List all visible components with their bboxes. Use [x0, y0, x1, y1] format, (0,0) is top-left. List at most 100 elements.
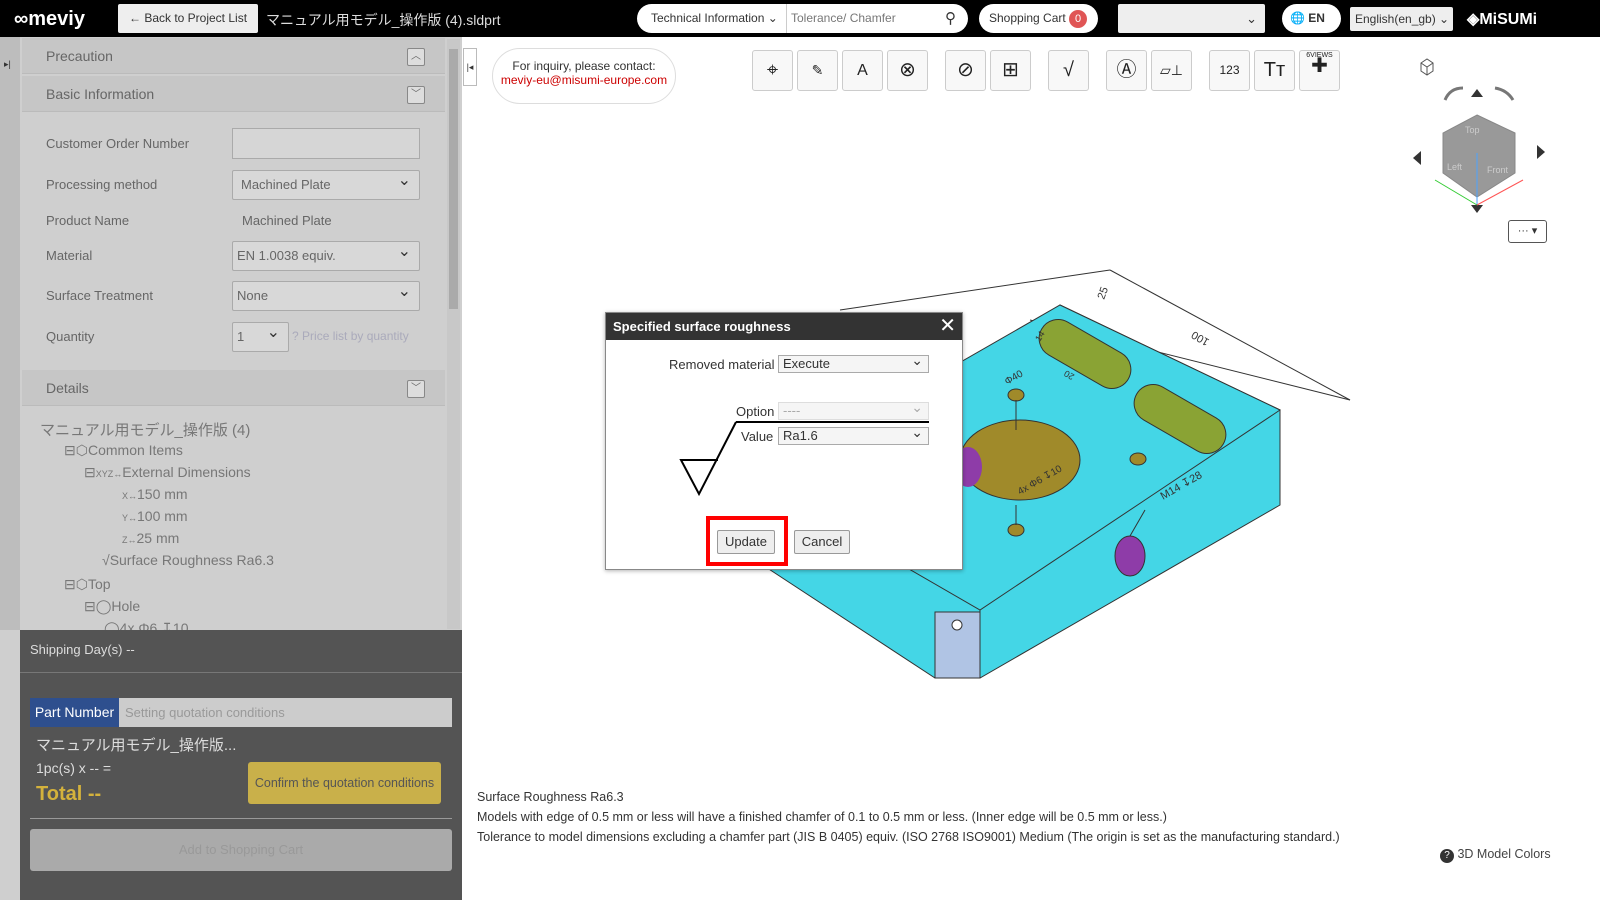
x-arrow-icon: X↔ — [122, 491, 138, 501]
font-size-icon[interactable]: Tт — [1254, 50, 1295, 91]
left-panel: ▸| Precaution ︿ Basic Information ﹀ Custom… — [0, 37, 462, 900]
cube-front-label[interactable]: Front — [1487, 165, 1509, 175]
scrollbar-thumb[interactable] — [449, 49, 458, 309]
tree-x-dimension[interactable]: X↔150 mm — [122, 486, 188, 502]
rotate-right-icon[interactable] — [1494, 86, 1515, 101]
option-label: Option — [736, 404, 775, 419]
surface-treatment-label: Surface Treatment — [46, 288, 153, 303]
precaution-section[interactable]: Precaution ︿ — [22, 38, 445, 74]
contact-email-link[interactable]: meviy-eu@misumi-europe.com — [493, 73, 675, 87]
shipping-days: Shipping Day(s) -- — [30, 642, 135, 657]
tapped-hole — [1114, 535, 1146, 577]
arrow-down-icon[interactable] — [1471, 205, 1483, 213]
six-views-icon[interactable]: 6VIEWS ✚ — [1299, 50, 1340, 91]
part-number-tab: Part Number — [30, 698, 119, 727]
tree-surface-roughness[interactable]: √Surface Roughness Ra6.3 — [102, 552, 274, 568]
cube-left-label[interactable]: Left — [1447, 162, 1463, 172]
quantity-label: Quantity — [46, 329, 95, 344]
quantity-select[interactable]: 1 — [232, 319, 289, 352]
arrow-left-icon: ← — [128, 11, 145, 25]
basic-information-section[interactable]: Basic Information ﹀ — [22, 76, 445, 112]
divider — [30, 818, 452, 819]
dialog-title: Specified surface roughness — [613, 319, 791, 334]
expand-panel-button[interactable]: |◂ — [463, 48, 477, 86]
datum-icon[interactable]: ⌖ — [752, 50, 793, 91]
hide-dimension-icon[interactable]: ⊘ — [945, 50, 986, 91]
tree-external-dimensions[interactable]: ⊟XYZ↔External Dimensions — [84, 464, 251, 481]
top-bar: ∞meviy ← Back to Project List マニュアル用モデル_… — [0, 0, 1600, 37]
tree-top[interactable]: ⊟⬡Top — [64, 576, 111, 593]
locale-select[interactable]: English(en_gb) ⌄ — [1350, 7, 1453, 31]
y-arrow-icon: Y↔ — [122, 513, 138, 523]
misumi-mark-icon: ◈ — [1467, 11, 1480, 28]
tree-hole-item[interactable]: ◯4x Φ6 ↧10 — [104, 620, 189, 630]
contact-text: For inquiry, please contact: — [512, 59, 656, 73]
rotate-left-icon[interactable] — [1443, 86, 1464, 101]
xyz-arrow-icon: XYZ↔ — [95, 469, 123, 479]
tree-root[interactable]: マニュアル用モデル_操作版 (4) — [40, 419, 250, 440]
chevron-up-icon[interactable]: ︿ — [407, 48, 425, 66]
material-select[interactable]: EN 1.0038 equiv. — [232, 238, 420, 271]
delete-dimension-icon[interactable]: ⊗ — [887, 50, 928, 91]
back-to-project-list-button[interactable]: ← Back to Project List — [118, 4, 258, 33]
model-colors-link[interactable]: ? 3D Model Colors — [1440, 847, 1551, 863]
collapse-box-icon[interactable]: ⊟ — [84, 464, 96, 480]
tree-y-dimension[interactable]: Y↔100 mm — [122, 508, 188, 524]
confirm-quotation-button[interactable]: Confirm the quotation conditions — [248, 762, 441, 804]
infinity-icon: ∞ — [14, 8, 29, 30]
blank-select[interactable]: ⌄ — [1118, 4, 1265, 33]
technical-information-select[interactable]: Technical Information ⌄ — [637, 4, 787, 33]
surface-treatment-select[interactable]: None — [232, 278, 420, 311]
update-button[interactable]: Update — [717, 530, 775, 554]
caret-down-icon: ▾ — [1531, 225, 1538, 237]
details-section[interactable]: Details ﹀ — [22, 370, 445, 406]
more-options-button[interactable]: ··· ▾ — [1508, 220, 1547, 243]
panel-collapse-strip[interactable]: ▸| — [0, 37, 20, 630]
info-line: Surface Roughness Ra6.3 — [477, 790, 624, 804]
surface-roughness-icon[interactable]: √ — [1048, 50, 1089, 91]
edit-dimension-icon[interactable]: ✎ — [797, 50, 838, 91]
search-icon[interactable]: ⚲ — [945, 4, 956, 33]
dimension-label[interactable]: 25 — [1096, 285, 1111, 301]
hole-pattern-icon[interactable]: ⊞ — [990, 50, 1031, 91]
chevron-down-icon[interactable]: ﹀ — [407, 86, 425, 104]
model-info: Surface Roughness Ra6.3 Models with edge… — [477, 787, 1357, 847]
contact-box: For inquiry, please contact: meviy-eu@mi… — [492, 48, 676, 104]
circle-icon: ◯ — [104, 620, 120, 630]
cube-top-label[interactable]: Top — [1465, 125, 1480, 135]
arrow-up-icon[interactable] — [1471, 89, 1483, 97]
tree-common-items[interactable]: ⊟⬡Common Items — [64, 442, 183, 459]
dimension-label[interactable]: 100 — [1190, 328, 1212, 348]
text-dimension-icon[interactable]: A — [842, 50, 883, 91]
home-cube-icon[interactable] — [1420, 58, 1434, 76]
language-button[interactable]: 🌐 EN — [1282, 4, 1341, 33]
origin-marker-icon — [951, 619, 963, 631]
chevron-down-icon[interactable]: ﹀ — [407, 380, 425, 398]
close-icon[interactable]: ✕ — [939, 313, 956, 340]
collapse-box-icon[interactable]: ⊟ — [84, 598, 96, 614]
scrollbar[interactable] — [447, 39, 460, 629]
collapse-box-icon[interactable]: ⊟ — [64, 442, 76, 458]
tree-hole[interactable]: ⊟◯Hole — [84, 598, 140, 615]
annotation-icon[interactable]: Ⓐ — [1106, 50, 1147, 91]
processing-method-select[interactable]: Machined Plate — [232, 167, 420, 200]
z-arrow-icon: Z↔ — [122, 535, 137, 545]
arrow-right-icon[interactable] — [1537, 145, 1545, 159]
price-list-link[interactable]: ? Price list by quantity — [292, 329, 409, 343]
ruler-icon[interactable]: 123 — [1209, 50, 1250, 91]
view-cube[interactable]: Top Left Front — [1405, 55, 1565, 245]
divider — [20, 672, 462, 673]
cart-count-badge: 0 — [1069, 10, 1088, 28]
arrow-left-icon[interactable] — [1413, 151, 1421, 165]
tree-z-dimension[interactable]: Z↔25 mm — [122, 530, 179, 546]
removed-material-select[interactable]: Execute — [778, 352, 929, 373]
cancel-button[interactable]: Cancel — [794, 530, 850, 554]
material-label: Material — [46, 248, 93, 263]
geometric-tolerance-icon[interactable]: ▱⊥ — [1151, 50, 1192, 91]
collapse-box-icon[interactable]: ⊟ — [64, 576, 76, 592]
customer-order-input[interactable] — [232, 128, 420, 159]
add-to-cart-button[interactable]: Add to Shopping Cart — [30, 829, 452, 871]
shopping-cart-button[interactable]: Shopping Cart 0 — [979, 4, 1098, 33]
search-input[interactable]: Tolerance/ Chamfer ⚲ — [786, 4, 968, 33]
meviy-logo[interactable]: ∞meviy — [14, 8, 85, 31]
